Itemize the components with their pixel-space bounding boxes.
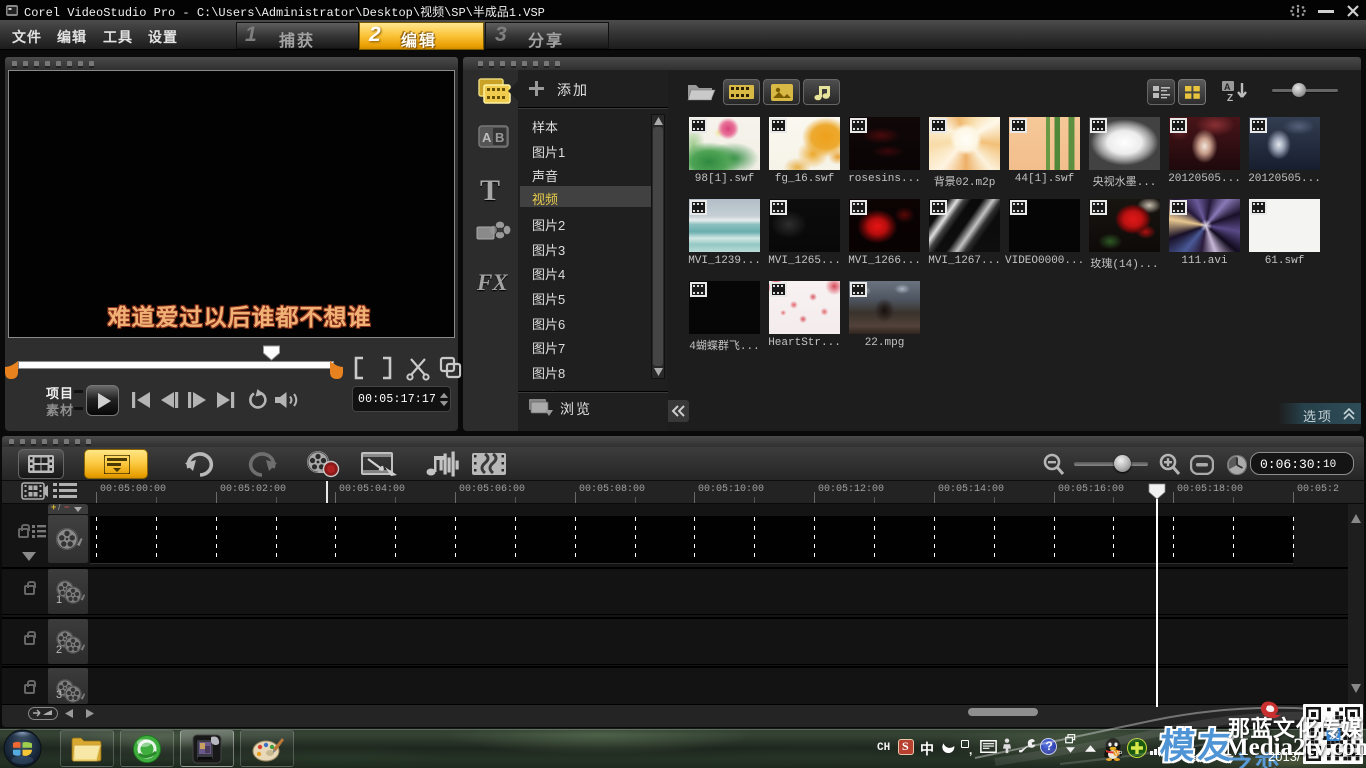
svg-text:Z: Z: [1227, 93, 1233, 104]
svg-text:A: A: [482, 130, 492, 145]
svg-text:A: A: [1224, 82, 1231, 92]
svg-text:B: B: [495, 130, 504, 145]
svg-text:1: 1: [56, 594, 62, 606]
svg-text:2: 2: [56, 644, 62, 656]
svg-text:3: 3: [56, 689, 62, 701]
svg-text:VP: VP: [1114, 752, 1122, 758]
